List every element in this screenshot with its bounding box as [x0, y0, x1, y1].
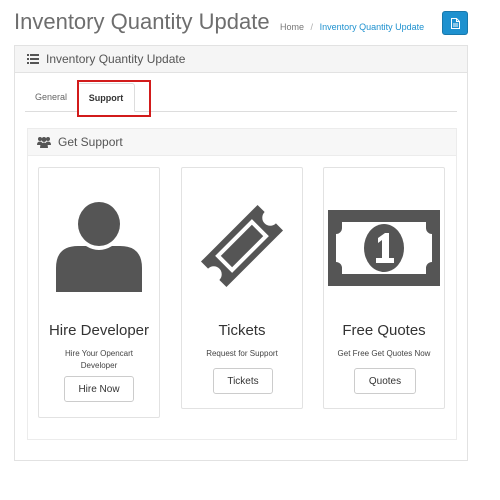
quotes-button[interactable]: Quotes — [354, 368, 416, 394]
money-icon — [328, 210, 440, 286]
breadcrumb-current-link[interactable]: Inventory Quantity Update — [320, 22, 425, 32]
card-description: Get Free Get Quotes Now — [337, 349, 431, 358]
breadcrumb: Home / Inventory Quantity Update — [280, 22, 424, 32]
panel-title: Inventory Quantity Update — [46, 52, 186, 66]
page-title: Inventory Quantity Update — [14, 9, 270, 34]
hire-now-button[interactable]: Hire Now — [64, 376, 134, 402]
card-title: Hire Developer — [48, 322, 150, 339]
file-icon — [450, 17, 460, 29]
card-title: Tickets — [218, 322, 266, 339]
breadcrumb-home-link[interactable]: Home — [280, 22, 304, 32]
card-title: Free Quotes — [342, 322, 426, 339]
list-icon — [27, 54, 39, 64]
hire-developer-card: Hire Developer Hire Your Opencart Develo… — [38, 167, 160, 418]
page-header: Inventory Quantity Update Home / Invento… — [0, 0, 500, 44]
support-panel: Get Support Hire Developer Hire Your Ope… — [27, 128, 457, 440]
users-icon — [37, 137, 51, 148]
ticket-icon — [200, 204, 284, 288]
card-description: Hire Your Opencart Developer — [64, 349, 134, 370]
highlight-annotation — [77, 80, 151, 117]
card-description: Request for Support — [206, 349, 278, 358]
user-icon — [56, 202, 142, 292]
support-heading: Get Support — [28, 129, 456, 156]
panel-heading: Inventory Quantity Update — [15, 46, 467, 73]
support-title: Get Support — [58, 135, 123, 149]
tab-general[interactable]: General — [27, 83, 75, 111]
file-button[interactable] — [442, 11, 468, 35]
free-quotes-card: Free Quotes Get Free Get Quotes Now Quot… — [323, 167, 445, 409]
tickets-card: Tickets Request for Support Tickets — [181, 167, 303, 409]
breadcrumb-separator: / — [310, 22, 314, 32]
tickets-button[interactable]: Tickets — [213, 368, 273, 394]
